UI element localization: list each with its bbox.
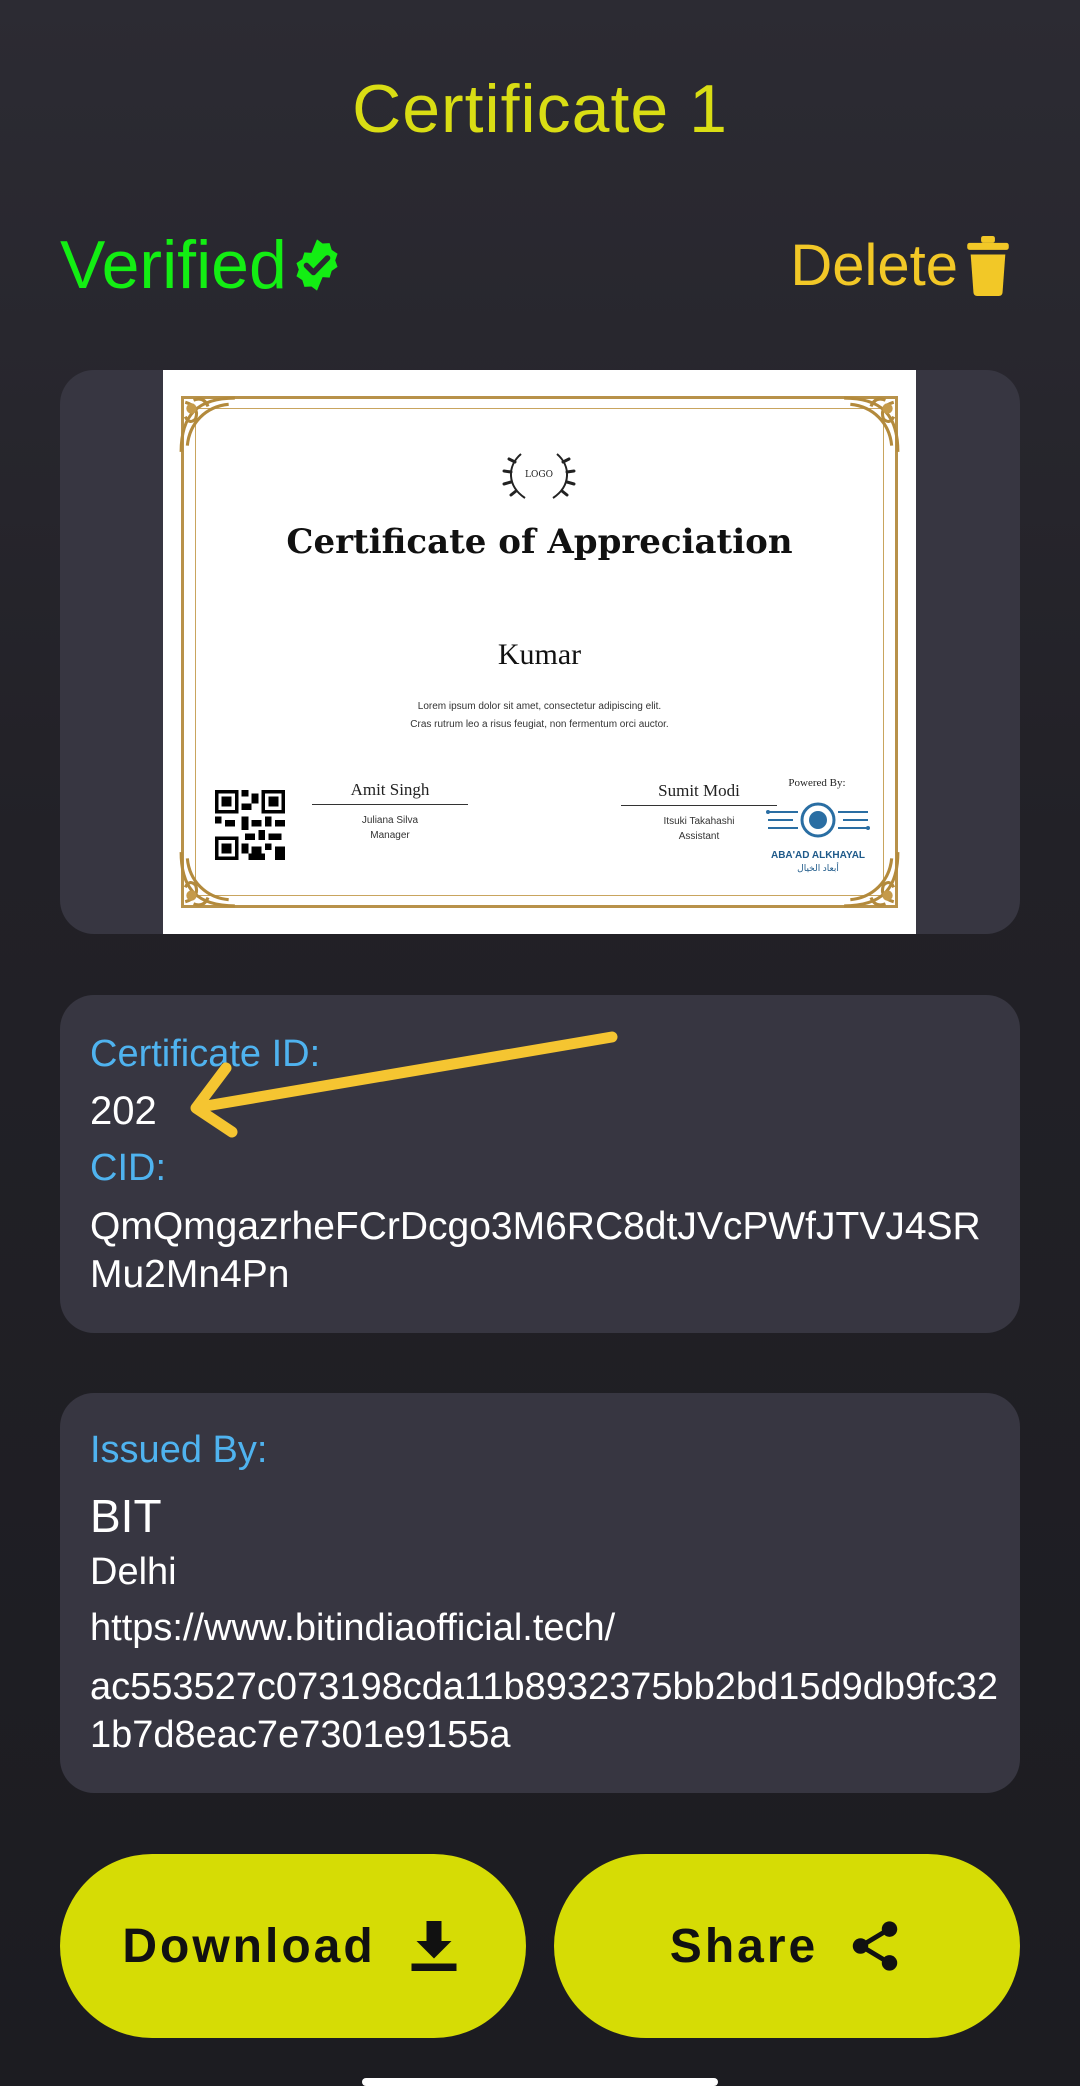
download-icon: [411, 1921, 457, 1971]
signatory-block: Amit Singh Juliana Silva Manager: [312, 780, 468, 841]
signatory-block: Sumit Modi Itsuki Takahashi Assistant: [621, 781, 777, 842]
certificate-body-line: Cras rutrum leo a risus feugiat, non fer…: [410, 719, 669, 730]
sponsor-name: ABA'AD ALKHAYAL: [770, 850, 866, 861]
signature-name: Sumit Modi: [621, 781, 777, 806]
issuer-card: Issued By: BIT Delhi https://www.bitindi…: [60, 1393, 1020, 1793]
sponsor-logo-icon: [766, 802, 870, 838]
home-indicator[interactable]: [362, 2078, 718, 2086]
verified-status: Verified: [60, 226, 345, 304]
qr-code-icon: [215, 790, 285, 860]
delete-button[interactable]: Delete: [790, 232, 1012, 299]
verified-label: Verified: [60, 227, 287, 303]
cid-label: CID:: [90, 1147, 166, 1189]
download-label: Download: [122, 1919, 376, 1973]
issuer-url[interactable]: https://www.bitindiaofficial.tech/: [90, 1607, 615, 1650]
download-button[interactable]: Download: [60, 1854, 526, 2038]
signatory-role: Assistant: [678, 831, 720, 842]
signatory-name: Juliana Silva: [361, 815, 419, 826]
certificate-heading: Certificate of Appreciation: [286, 522, 793, 562]
ornament-corner-icon: [179, 396, 235, 452]
delete-label: Delete: [790, 233, 958, 298]
certificate-recipient: Kumar: [497, 638, 582, 671]
share-label: Share: [669, 1919, 819, 1973]
certificate-preview-card: LOGO Certificate of Appreciation Kumar L…: [60, 370, 1020, 934]
signatory-role: Manager: [370, 830, 410, 841]
share-icon: [852, 1921, 898, 1971]
certificate-id-value: 202: [90, 1089, 157, 1133]
certificate-image[interactable]: LOGO Certificate of Appreciation Kumar L…: [163, 370, 916, 934]
signatory-name: Itsuki Takahashi: [663, 816, 735, 827]
issuer-location: Delhi: [90, 1551, 177, 1593]
certificate-logo-text: LOGO: [525, 470, 553, 480]
issuer-hash: ac553527c073198cda11b8932375bb2bd15d9db9…: [90, 1666, 998, 1756]
issuer-name: BIT: [90, 1490, 162, 1542]
cid-value[interactable]: QmQmgazrheFCrDcgo3M6RC8dtJVcPWfJTVJ4SRMu…: [90, 1203, 1000, 1299]
ornament-corner-icon: [844, 396, 900, 452]
issued-by-label: Issued By:: [90, 1429, 268, 1471]
share-button[interactable]: Share: [554, 1854, 1020, 2038]
page-title: Certificate 1: [352, 71, 728, 147]
sponsor-arabic-name: أبعاد الخيال: [797, 863, 839, 873]
arrow-annotation: [190, 1031, 618, 1138]
certificate-body-line: Lorem ipsum dolor sit amet, consectetur …: [417, 701, 662, 712]
verified-badge-icon: [296, 239, 338, 291]
trash-icon: [967, 235, 1009, 296]
powered-by-label: Powered By:: [788, 777, 846, 789]
signature-name: Amit Singh: [312, 780, 468, 805]
